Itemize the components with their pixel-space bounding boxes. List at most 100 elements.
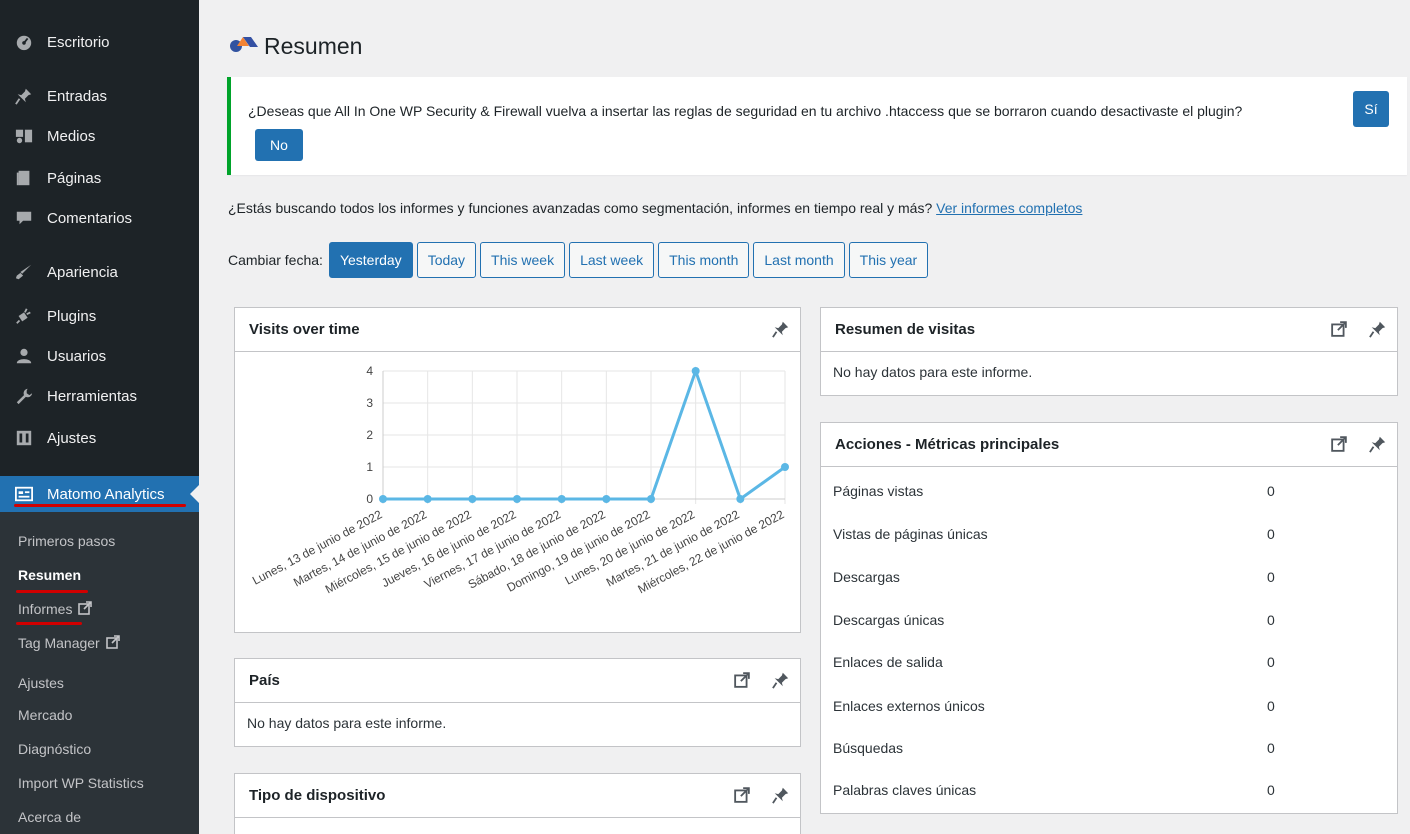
plugins-icon — [14, 306, 34, 326]
submenu-item-acerca-de[interactable]: Acerca de — [18, 806, 81, 828]
metric-label: Enlaces externos únicos — [833, 698, 985, 714]
metric-label: Vistas de páginas únicas — [833, 526, 988, 542]
admin-sidebar: Escritorio Entradas Medios Páginas Comen… — [0, 0, 199, 834]
matomo-icon — [14, 484, 34, 504]
security-notice: ¿Deseas que All In One WP Security & Fir… — [227, 77, 1407, 175]
data-point — [647, 495, 655, 503]
external-link-icon[interactable] — [1331, 436, 1347, 452]
data-point — [513, 495, 521, 503]
pin-icon — [14, 86, 34, 106]
sidebar-item-escritorio[interactable]: Escritorio — [0, 24, 199, 60]
matomo-logo-icon — [228, 32, 260, 60]
metric-value: 0 — [1267, 782, 1275, 798]
date-button-today[interactable]: Today — [416, 242, 477, 278]
sidebar-item-ajustes[interactable]: Ajustes — [0, 420, 199, 456]
metric-label: Descargas — [833, 569, 900, 585]
page-title: Resumen — [228, 32, 362, 60]
highlight-underline — [16, 622, 82, 625]
y-tick-label: 1 — [366, 460, 373, 474]
date-button-yesterday[interactable]: Yesterday — [328, 242, 413, 278]
data-point — [602, 495, 611, 503]
date-button-this-month[interactable]: This month — [658, 242, 750, 278]
empty-message: No hay datos para este informe. — [833, 364, 1033, 380]
yes-button[interactable]: Sí — [1353, 91, 1389, 127]
acciones-widget: Acciones - Métricas principales Páginas … — [820, 422, 1398, 814]
sidebar-item-label: Plugins — [47, 307, 97, 325]
external-link-icon[interactable] — [1331, 321, 1347, 337]
widget-header: Acciones - Métricas principales — [821, 423, 1397, 467]
sidebar-item-label: Entradas — [47, 87, 108, 105]
external-link-icon[interactable] — [734, 672, 750, 688]
external-link-icon — [105, 634, 120, 652]
submenu-item-tag-manager[interactable]: Tag Manager — [18, 632, 120, 654]
no-button[interactable]: No — [255, 129, 303, 161]
metric-value: 0 — [1267, 526, 1275, 542]
pin-icon[interactable] — [1369, 435, 1387, 453]
pin-icon[interactable] — [772, 786, 790, 804]
full-reports-link[interactable]: Ver informes completos — [936, 200, 1082, 216]
widget-header: País — [235, 659, 800, 703]
data-point — [468, 495, 477, 503]
metric-value: 0 — [1267, 483, 1275, 499]
sidebar-item-label: Herramientas — [47, 387, 138, 405]
metric-label: Páginas vistas — [833, 483, 924, 499]
sidebar-item-comentarios[interactable]: Comentarios — [0, 200, 199, 236]
metric-label: Palabras claves únicas — [833, 782, 977, 798]
data-point — [379, 495, 387, 503]
submenu-item-diagnostico[interactable]: Diagnóstico — [18, 738, 91, 760]
submenu-item-ajustes[interactable]: Ajustes — [18, 672, 64, 694]
external-link-icon[interactable] — [734, 787, 750, 803]
submenu-item-mercado[interactable]: Mercado — [18, 704, 72, 726]
sidebar-item-apariencia[interactable]: Apariencia — [0, 254, 199, 290]
sidebar-item-herramientas[interactable]: Herramientas — [0, 378, 199, 414]
pin-icon[interactable] — [772, 320, 790, 338]
date-selector: Cambiar fecha: Yesterday Today This week… — [228, 242, 932, 278]
sidebar-item-label: Ajustes — [47, 429, 97, 447]
metric-label: Descargas únicas — [833, 612, 945, 628]
submenu-item-import-wp-statistics[interactable]: Import WP Statistics — [18, 772, 144, 794]
pais-widget: País No hay datos para este informe. — [234, 658, 801, 747]
tipo-dispositivo-widget: Tipo de dispositivo — [234, 773, 801, 834]
sidebar-item-label: Páginas — [47, 169, 102, 187]
y-tick-label: 2 — [366, 428, 373, 442]
date-button-last-week[interactable]: Last week — [569, 242, 655, 278]
submenu-item-primeros-pasos[interactable]: Primeros pasos — [18, 530, 115, 552]
sidebar-item-label: Matomo Analytics — [47, 485, 165, 503]
y-tick-label: 3 — [366, 396, 373, 410]
pin-icon[interactable] — [1369, 320, 1387, 338]
data-point — [691, 367, 700, 375]
submenu-item-informes[interactable]: Informes — [18, 598, 93, 620]
widget-header: Visits over time — [235, 308, 800, 352]
sidebar-item-usuarios[interactable]: Usuarios — [0, 338, 199, 374]
sidebar-item-plugins[interactable]: Plugins — [0, 298, 199, 334]
highlight-underline — [14, 504, 186, 507]
sidebar-item-label: Comentarios — [47, 209, 133, 227]
metric-label: Búsquedas — [833, 740, 904, 756]
date-button-this-week[interactable]: This week — [480, 242, 566, 278]
widget-header: Tipo de dispositivo — [235, 774, 800, 818]
sidebar-item-paginas[interactable]: Páginas — [0, 160, 199, 196]
metric-value: 0 — [1267, 698, 1275, 714]
data-point — [781, 463, 789, 471]
resumen-visitas-widget: Resumen de visitas No hay datos para est… — [820, 307, 1398, 396]
sidebar-item-medios[interactable]: Medios — [0, 118, 199, 154]
submenu-item-resumen[interactable]: Resumen — [18, 564, 81, 586]
data-point — [736, 495, 745, 503]
visits-over-time-widget: Visits over time 0 1 2 3 4 Lunes, 13 de junio… — [234, 307, 801, 633]
external-link-icon — [78, 600, 93, 618]
date-button-last-month[interactable]: Last month — [753, 242, 845, 278]
tools-icon — [14, 386, 34, 406]
appearance-icon — [14, 262, 34, 282]
metric-value: 0 — [1267, 612, 1275, 628]
date-button-this-year[interactable]: This year — [848, 242, 929, 278]
pin-icon[interactable] — [772, 671, 790, 689]
sidebar-item-entradas[interactable]: Entradas — [0, 78, 199, 114]
widget-header: Resumen de visitas — [821, 308, 1397, 352]
visits-line-chart: 01234Lunes, 13 de junio de 2022Martes, 1… — [250, 364, 789, 596]
metric-value: 0 — [1267, 654, 1275, 670]
metric-value: 0 — [1267, 740, 1275, 756]
comments-icon — [14, 208, 34, 228]
media-icon — [14, 126, 34, 146]
settings-icon — [14, 428, 34, 448]
metric-value: 0 — [1267, 569, 1275, 585]
